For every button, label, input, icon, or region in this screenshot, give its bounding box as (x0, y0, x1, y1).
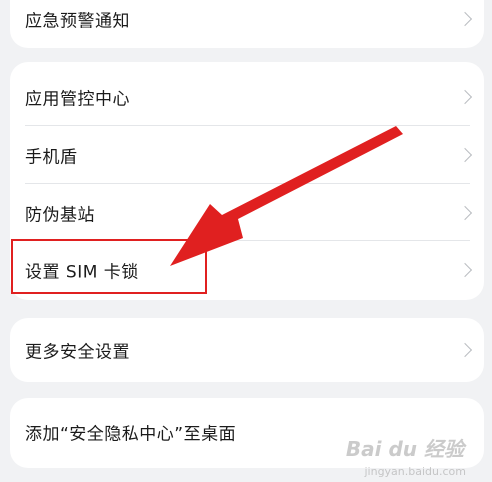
settings-item-more-security[interactable]: 更多安全设置 (10, 321, 484, 379)
settings-item-label: 应急预警通知 (25, 11, 130, 32)
settings-item-anti-fake-base-station[interactable]: 防伪基站 (10, 184, 484, 242)
settings-item-label: 防伪基站 (25, 205, 95, 226)
settings-item-label: 应用管控中心 (25, 89, 130, 110)
chevron-right-icon (457, 342, 473, 358)
chevron-right-icon (457, 147, 473, 163)
settings-item-sim-lock[interactable]: 设置 SIM 卡锁 (10, 241, 484, 299)
settings-card-top: 应急预警通知 (10, 0, 484, 48)
settings-item-label: 添加“安全隐私中心”至桌面 (25, 424, 237, 445)
chevron-right-icon (457, 89, 473, 105)
chevron-right-icon (457, 205, 473, 221)
settings-card-more: 更多安全设置 (10, 318, 484, 382)
settings-item-label: 手机盾 (25, 147, 78, 168)
settings-item-app-control[interactable]: 应用管控中心 (10, 68, 484, 126)
chevron-right-icon (457, 262, 473, 278)
settings-item-label: 更多安全设置 (25, 342, 130, 363)
settings-item-label: 设置 SIM 卡锁 (25, 262, 139, 283)
settings-card-security: 应用管控中心 手机盾 防伪基站 设置 SIM 卡锁 (10, 62, 484, 300)
baidu-watermark-url: jingyan.baidu.com (364, 465, 466, 478)
baidu-watermark-logo: Bai du 经验 (345, 437, 464, 461)
settings-item-emergency-alert[interactable]: 应急预警通知 (10, 0, 484, 48)
settings-item-phone-shield[interactable]: 手机盾 (10, 126, 484, 184)
chevron-right-icon (457, 11, 473, 27)
